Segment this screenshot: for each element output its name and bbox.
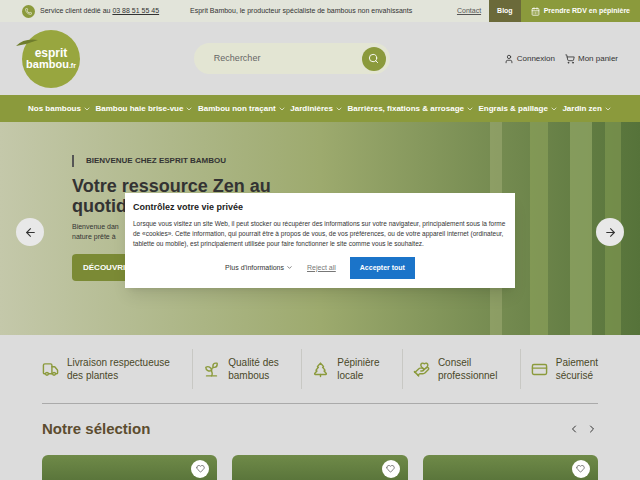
cart-link[interactable]: Mon panier (565, 53, 618, 65)
heart-icon (196, 464, 205, 473)
heart-icon (576, 464, 585, 473)
search-icon (368, 53, 379, 64)
main-nav: Nos bambous Bambou haie brise-vue Bambou n… (0, 95, 640, 122)
sprout-icon (203, 361, 220, 378)
chevron-icon (466, 105, 474, 113)
cookie-title: Contrôlez votre vie privée (133, 201, 507, 215)
chevron-icon (83, 105, 91, 113)
cookie-text: Lorsque vous visitez un site Web, il peu… (133, 219, 507, 249)
nav-item[interactable]: Jardin zen (562, 103, 612, 115)
nav-item[interactable]: Bambou non traçant (198, 103, 286, 115)
arrow-left-icon (24, 226, 37, 239)
nav-item[interactable]: Barrières, fixations & arrosage (347, 103, 474, 115)
feature-item: Pépinièrelocale (301, 349, 379, 389)
top-bar: Service client dédié au 03 88 51 55 45 Es… (0, 0, 640, 22)
nav-item[interactable]: Jardinières (290, 103, 343, 115)
chevron-icon (286, 264, 293, 271)
chevron-icon (185, 105, 193, 113)
favorite-button[interactable] (191, 460, 209, 478)
next-slide-button[interactable] (596, 218, 624, 246)
nav-item[interactable]: Engrais & paillage (479, 103, 558, 115)
chevron-icon (278, 105, 286, 113)
product-card[interactable] (232, 455, 407, 480)
chevron-icon (550, 105, 558, 113)
feature-item: Qualité desbambous (192, 349, 279, 389)
product-card[interactable] (423, 455, 598, 480)
feature-item: Conseilprofessionnel (402, 349, 497, 389)
product-cards (0, 441, 640, 480)
chevron-icon (604, 105, 612, 113)
chevron-right-icon[interactable] (586, 423, 598, 435)
logo[interactable]: espritbambou.fr (22, 30, 80, 88)
features-row: Livraison respectueusedes plantes Qualité… (0, 335, 640, 403)
more-info-button[interactable]: Plus d'informations (225, 263, 293, 274)
truck-icon (42, 361, 59, 378)
accept-button[interactable]: Accepter tout (350, 257, 415, 280)
nav-item[interactable]: Bambou haie brise-vue (95, 103, 193, 115)
phone-link[interactable]: 03 88 51 55 45 (112, 7, 159, 14)
user-icon (504, 54, 514, 64)
page: Service client dédié au 03 88 51 55 45 Es… (0, 0, 640, 480)
login-link[interactable]: Connexion (504, 53, 555, 65)
hand-heart-icon (413, 361, 430, 378)
appointment-link[interactable]: Prendre RDV en pépinière (521, 0, 640, 22)
feature-item: Livraison respectueusedes plantes (42, 349, 170, 389)
contact-link[interactable]: Contact (457, 6, 481, 17)
leaf-icon (16, 38, 38, 48)
selection-title: Notre sélection (42, 418, 150, 441)
blog-link[interactable]: Blog (489, 0, 521, 22)
arrow-right-icon (604, 226, 617, 239)
reject-button[interactable]: Reject all (307, 263, 336, 274)
search-button[interactable] (362, 47, 386, 71)
favorite-button[interactable] (382, 460, 400, 478)
card-icon (531, 361, 548, 378)
cookie-dialog: Contrôlez votre vie privée Lorsque vous v… (125, 193, 515, 288)
nav-item[interactable]: Nos bambous (28, 103, 91, 115)
service-text: Service client dédié au 03 88 51 55 45 (40, 6, 159, 17)
search-field[interactable]: Rechercher (194, 43, 390, 74)
chevron-icon (335, 105, 343, 113)
product-card[interactable] (42, 455, 217, 480)
divider (42, 403, 598, 404)
tagline: Esprit Bambou, le producteur spécialiste… (190, 0, 457, 22)
tree-icon (312, 361, 329, 378)
heart-icon (386, 464, 395, 473)
header: espritbambou.fr Rechercher Connexion Mon pa… (0, 22, 640, 95)
phone-icon (22, 5, 35, 18)
feature-item: Paiementsécurisé (520, 349, 598, 389)
selection-header: Notre sélection (0, 404, 640, 441)
cart-icon (565, 54, 575, 64)
hero-eyebrow: BIENVENUE CHEZ ESPRIT BAMBOU (72, 155, 640, 167)
calendar-icon (531, 7, 540, 16)
chevron-left-icon[interactable] (568, 423, 580, 435)
favorite-button[interactable] (572, 460, 590, 478)
prev-slide-button[interactable] (16, 218, 44, 246)
